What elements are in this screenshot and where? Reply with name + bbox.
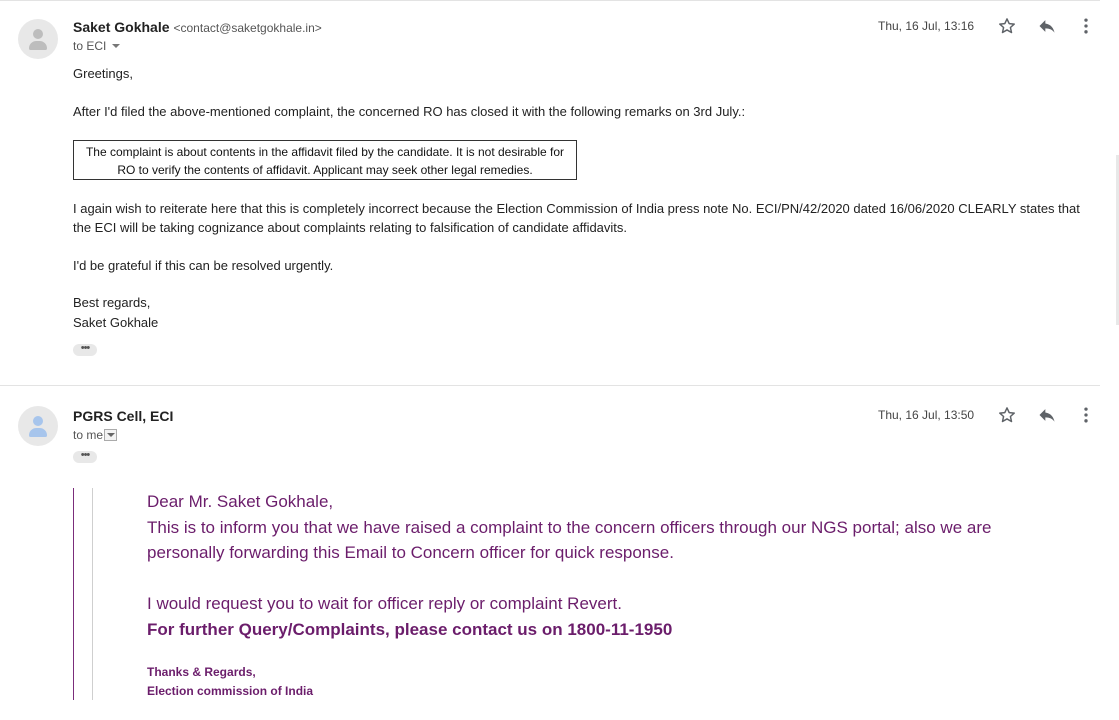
message-date: Thu, 16 Jul, 13:16 [878,19,975,33]
reply-contact-line: For further Query/Complaints, please con… [147,620,673,639]
show-trimmed-content-button[interactable]: ••• [73,450,97,463]
more-vert-icon[interactable] [1075,15,1097,37]
quote-line-2: RO to verify the contents of affidavit. … [117,163,533,177]
recipient-line[interactable]: to ECI [73,39,121,53]
reply-line-1: This is to inform you that we have raise… [147,518,992,537]
paragraph-1: After I'd filed the above-mentioned comp… [73,104,746,119]
show-trimmed-content-button[interactable]: ••• [73,343,97,356]
signoff: Best regards, [73,295,151,310]
sender-email: <contact@saketgokhale.in> [173,21,322,35]
paragraph-3: I'd be grateful if this can be resolved … [73,258,334,273]
reply-line-3: I would request you to wait for officer … [147,594,622,613]
paragraph-2: I again wish to reiterate here that this… [73,199,1080,237]
recipient-dropdown-icon[interactable] [104,429,118,441]
sender-name[interactable]: Saket Gokhale [73,19,170,35]
recipient-label: to ECI [73,39,107,53]
quoted-remarks: The complaint is about contents in the a… [73,140,577,180]
avatar-icon[interactable] [18,19,58,59]
greeting: Greetings, [73,66,133,81]
avatar-icon[interactable] [18,406,58,446]
reply-line-2: personally forwarding this Email to Conc… [147,543,674,562]
star-icon[interactable] [996,15,1018,37]
signature: Saket Gokhale [73,315,159,330]
reply-icon[interactable] [1036,15,1058,37]
sender-name[interactable]: PGRS Cell, ECI [73,408,173,424]
more-vert-icon[interactable] [1075,404,1097,426]
quote-bar-inner [92,488,93,700]
recipient-line[interactable]: to me [73,428,118,442]
quote-bar [73,488,74,700]
star-icon[interactable] [996,404,1018,426]
quote-line-1: The complaint is about contents in the a… [85,145,565,159]
recipient-label: to me [73,428,104,442]
chevron-down-icon[interactable] [112,44,121,48]
top-divider [0,0,1100,1]
reply-salutation: Dear Mr. Saket Gokhale, [147,492,334,511]
reply-org: Election commission of India [147,684,314,698]
reply-icon[interactable] [1036,404,1058,426]
sender-header[interactable]: Saket Gokhale <contact@saketgokhale.in> [73,19,322,35]
paragraph-2-line-2: the ECI will be taking cognizance about … [73,220,628,235]
paragraph-2-line-1: I again wish to reiterate here that this… [73,201,1080,216]
message-divider [0,385,1100,386]
reply-thanks: Thanks & Regards, [147,665,256,679]
message-date: Thu, 16 Jul, 13:50 [878,408,975,422]
